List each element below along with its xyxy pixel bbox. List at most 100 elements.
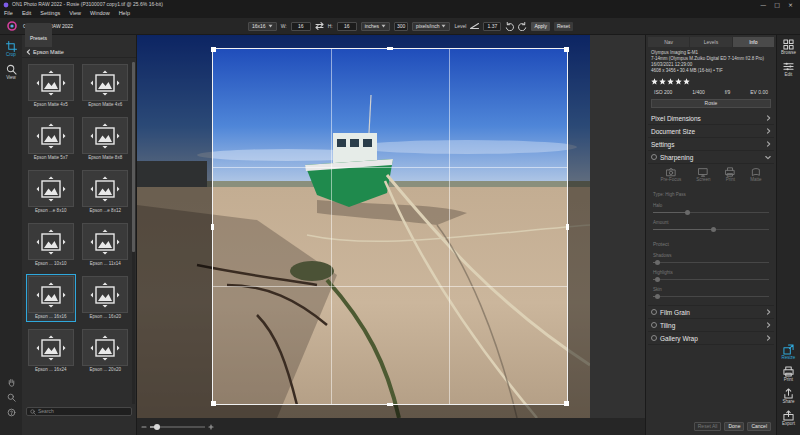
slider-thumb[interactable]	[711, 227, 716, 232]
preset-item[interactable]: Epson Matte 8x8	[81, 115, 131, 163]
slider-thumb[interactable]	[655, 260, 660, 265]
slider-thumb[interactable]	[655, 277, 660, 282]
panel-tab[interactable]: Levels	[690, 37, 731, 47]
preset-item[interactable]: Epson ...e 8x10	[26, 168, 76, 216]
star-rating[interactable]	[648, 78, 774, 85]
slider[interactable]	[653, 276, 769, 282]
zoom-thumb[interactable]	[154, 424, 160, 430]
resolution-field[interactable]: 300	[394, 22, 408, 31]
action-button[interactable]: Done	[724, 422, 744, 431]
folder-row[interactable]: Epson Matte	[22, 47, 136, 58]
preset-item[interactable]: Epson Matte 4x5	[26, 62, 76, 110]
tool-button[interactable]: Crop	[6, 41, 17, 58]
name-field[interactable]: Rosie	[651, 99, 771, 108]
menu-item[interactable]: Settings	[40, 9, 60, 18]
menu-item[interactable]: Window	[90, 9, 110, 18]
preset-item[interactable]: Epson ... 20x20	[81, 327, 131, 375]
module-button[interactable]: Resize	[782, 344, 796, 361]
sharpening-preset[interactable]: Print	[725, 167, 735, 183]
module-button[interactable]: Share	[782, 388, 794, 405]
resolution-units-dropdown-text: pixels/inch	[416, 23, 439, 30]
preset-item[interactable]: Epson ...e 8x12	[81, 168, 131, 216]
section-toggle[interactable]	[651, 335, 657, 341]
section-header[interactable]: Pixel Dimensions	[648, 112, 774, 125]
menu-item[interactable]: File	[4, 9, 13, 18]
crop-preset-icon	[90, 70, 120, 96]
slider-track[interactable]	[653, 212, 769, 213]
tool-button[interactable]: View	[6, 64, 17, 81]
search-icon	[30, 409, 36, 415]
preset-item[interactable]: Epson ... 10x10	[26, 221, 76, 269]
width-field[interactable]: 16	[291, 22, 311, 31]
preset-item[interactable]: Epson ... 16x20	[81, 274, 131, 322]
section-header[interactable]: Settings	[648, 138, 774, 151]
slider-track[interactable]	[653, 229, 769, 230]
action-button[interactable]: Cancel	[747, 422, 771, 431]
action-button[interactable]: Reset All	[694, 422, 722, 431]
section-header[interactable]: Document Size	[648, 125, 774, 138]
slider-row: Shadows	[653, 253, 769, 265]
panel-tab[interactable]: Nav	[648, 37, 689, 47]
panel-tab[interactable]: Info	[733, 37, 774, 47]
menu-bar: File Edit Settings View Window Help	[0, 9, 800, 18]
units-dropdown[interactable]: inches	[361, 22, 390, 31]
preset-item[interactable]: Epson Matte 5x7	[26, 115, 76, 163]
crop-handle[interactable]	[564, 401, 569, 406]
presets-tab-row: Presets	[22, 37, 136, 47]
slider-track[interactable]	[653, 279, 769, 280]
section-toggle[interactable]	[651, 322, 657, 328]
sharpening-preset[interactable]: Screen	[696, 167, 710, 183]
angle-field[interactable]: 1.37	[483, 22, 501, 31]
crop-handle[interactable]	[211, 224, 214, 230]
reset-button[interactable]: Reset	[554, 22, 573, 31]
menu-item[interactable]: View	[69, 9, 81, 18]
module-button[interactable]: Browse	[781, 39, 796, 56]
zoom-slider[interactable]	[150, 426, 205, 428]
crop-handle[interactable]	[566, 224, 569, 230]
crop-handle[interactable]	[211, 401, 216, 406]
module-button[interactable]: Print	[783, 366, 794, 383]
preset-scrollbar[interactable]	[132, 62, 135, 404]
minimize-button[interactable]: —	[760, 0, 766, 9]
ratio-dropdown[interactable]: 16x16	[248, 22, 277, 31]
slider-thumb[interactable]	[655, 294, 660, 299]
slider[interactable]	[653, 226, 769, 232]
slider-track[interactable]	[653, 262, 769, 263]
section-header[interactable]: Gallery Wrap	[648, 332, 774, 345]
section-header[interactable]: Film Grain	[648, 306, 774, 319]
crop-handle[interactable]	[564, 47, 569, 52]
maximize-button[interactable]: □	[774, 0, 780, 9]
sharpening-preset[interactable]: Pre-Focus	[660, 167, 681, 183]
preset-search[interactable]	[26, 407, 132, 416]
search-input[interactable]	[38, 408, 128, 415]
crop-handle[interactable]	[387, 403, 393, 406]
menu-item[interactable]: Edit	[22, 9, 31, 18]
slider-thumb[interactable]	[685, 210, 690, 215]
close-button[interactable]: ×	[788, 0, 793, 9]
scrollbar-thumb[interactable]	[132, 62, 135, 252]
section-toggle[interactable]	[651, 309, 657, 315]
height-field[interactable]: 16	[337, 22, 357, 31]
preset-item[interactable]: Epson ... 11x14	[81, 221, 131, 269]
resolution-units-dropdown[interactable]: pixels/inch	[412, 22, 450, 31]
section-toggle[interactable]	[651, 154, 657, 160]
slider-row: Highlights	[653, 270, 769, 282]
slider[interactable]	[653, 209, 769, 215]
section-header[interactable]: Sharpening	[648, 151, 774, 164]
menu-item[interactable]: Help	[119, 9, 130, 18]
slider-track[interactable]	[653, 296, 769, 297]
slider[interactable]	[653, 293, 769, 299]
slider[interactable]	[653, 259, 769, 265]
sharpening-preset[interactable]: Matte	[750, 167, 761, 183]
module-button[interactable]: Export	[782, 410, 795, 427]
crop-frame[interactable]	[212, 48, 568, 405]
preset-item[interactable]: Epson ... 16x24	[26, 327, 76, 375]
section-header[interactable]: Tiling	[648, 319, 774, 332]
presets-tab[interactable]: Presets	[25, 23, 52, 47]
crop-handle[interactable]	[211, 47, 216, 52]
preset-item[interactable]: Epson ... 16x16	[26, 274, 76, 322]
crop-handle[interactable]	[387, 47, 393, 50]
preset-item[interactable]: Epson Matte 4x6	[81, 62, 131, 110]
module-button[interactable]: Edit	[783, 61, 794, 78]
apply-button[interactable]: Apply	[531, 22, 550, 31]
